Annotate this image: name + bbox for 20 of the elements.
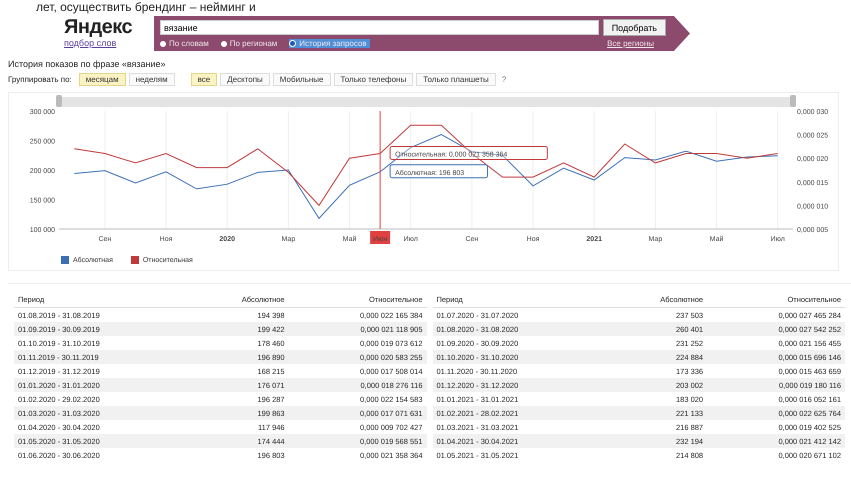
range-handle[interactable] <box>56 95 62 107</box>
mode-radio[interactable]: По словам <box>160 39 209 48</box>
device-filter[interactable]: Десктопы <box>220 73 270 86</box>
help-icon[interactable]: ? <box>502 75 506 84</box>
history-title: История показов по фразе «вязание» <box>7 58 167 69</box>
mode-radio[interactable]: По регионам <box>220 39 278 48</box>
range-scrollbar[interactable] <box>59 97 793 107</box>
regions-link[interactable]: Все регионы <box>607 39 654 48</box>
device-filter[interactable]: Мобильные <box>272 73 331 86</box>
search-field[interactable]: вязание <box>160 20 599 35</box>
device-filter[interactable]: все <box>190 73 218 86</box>
group-label: Группировать по: <box>8 75 72 84</box>
group-option[interactable]: неделям <box>128 73 175 86</box>
cut-paragraph: лет, осуществить брендинг – нейминг и <box>35 0 257 14</box>
device-filter[interactable]: Только телефоны <box>334 73 414 86</box>
group-option[interactable]: месяцам <box>78 73 126 86</box>
logo-subtitle[interactable]: подбор слов <box>64 38 128 48</box>
device-filter[interactable]: Только планшеты <box>416 73 496 86</box>
pick-button[interactable]: Подобрать <box>602 19 666 36</box>
range-handle[interactable] <box>790 95 796 107</box>
